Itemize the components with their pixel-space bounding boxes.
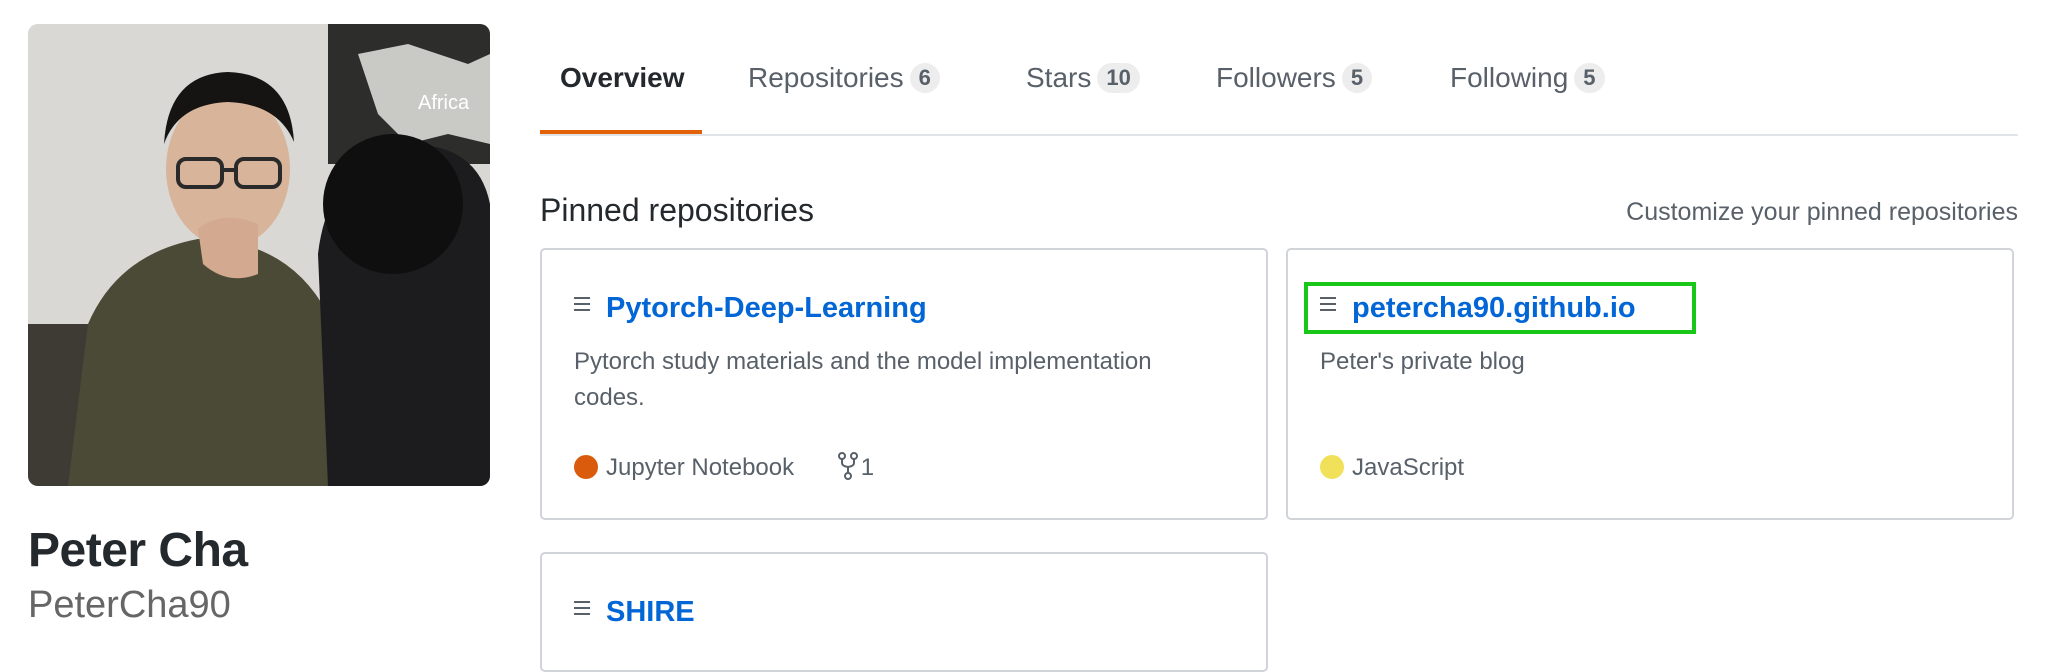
repo-icon bbox=[1320, 297, 1336, 315]
repo-name-link[interactable]: SHIRE bbox=[606, 596, 695, 628]
following-counter: 5 bbox=[1574, 63, 1605, 93]
tab-overview[interactable]: Overview bbox=[560, 58, 685, 98]
tab-stars[interactable]: Stars 10 bbox=[1026, 58, 1140, 98]
repo-description: Pytorch study materials and the model im… bbox=[574, 348, 1152, 411]
fork-count-link[interactable]: 1 bbox=[837, 452, 874, 484]
pinned-repo-card: Pytorch-Deep-Learning Pytorch study mate… bbox=[540, 248, 1268, 520]
repo-icon bbox=[574, 297, 590, 315]
repo-name-link[interactable]: petercha90.github.io bbox=[1352, 292, 1636, 324]
tab-repositories-label: Repositories bbox=[748, 62, 904, 93]
selected-tab-underline bbox=[540, 130, 702, 134]
pinned-repo-card: SHIRE bbox=[540, 552, 1268, 672]
repo-meta: JavaScript bbox=[1320, 452, 1464, 484]
repo-meta: Jupyter Notebook 1 bbox=[574, 452, 874, 484]
profile-tabs: Overview Repositories 6 Stars 10 Followers… bbox=[540, 0, 2018, 136]
fork-count: 1 bbox=[860, 454, 875, 481]
tab-overview-label: Overview bbox=[560, 62, 685, 93]
tab-following[interactable]: Following 5 bbox=[1450, 58, 1605, 98]
profile-name: Peter Cha bbox=[28, 524, 248, 577]
repo-name-link[interactable]: Pytorch-Deep-Learning bbox=[606, 292, 927, 324]
repo-language: Jupyter Notebook bbox=[606, 454, 795, 481]
profile-login: PeterCha90 bbox=[28, 584, 231, 626]
tab-stars-label: Stars bbox=[1026, 62, 1092, 93]
repo-icon bbox=[574, 601, 590, 619]
language-color-dot bbox=[1320, 455, 1344, 479]
tab-repositories[interactable]: Repositories 6 bbox=[748, 58, 940, 98]
pinned-repo-card: petercha90.github.io Peter's private blo… bbox=[1286, 248, 2014, 520]
svg-text:Africa: Africa bbox=[418, 92, 470, 114]
avatar[interactable]: Africa bbox=[28, 24, 490, 486]
avatar-photo: Africa bbox=[28, 24, 490, 486]
repositories-counter: 6 bbox=[909, 63, 940, 93]
tab-following-label: Following bbox=[1450, 62, 1569, 93]
pinned-repositories-title: Pinned repositories bbox=[540, 192, 814, 228]
customize-pinned-link[interactable]: Customize your pinned repositories bbox=[1626, 196, 2018, 228]
repo-description: Peter's private blog bbox=[1320, 348, 1525, 375]
followers-counter: 5 bbox=[1341, 63, 1373, 93]
stars-counter: 10 bbox=[1097, 63, 1140, 93]
language-color-dot bbox=[574, 455, 598, 479]
repo-language: JavaScript bbox=[1352, 454, 1465, 481]
tab-followers-label: Followers bbox=[1216, 62, 1336, 93]
fork-icon bbox=[837, 452, 858, 480]
tab-followers[interactable]: Followers 5 bbox=[1216, 58, 1373, 98]
